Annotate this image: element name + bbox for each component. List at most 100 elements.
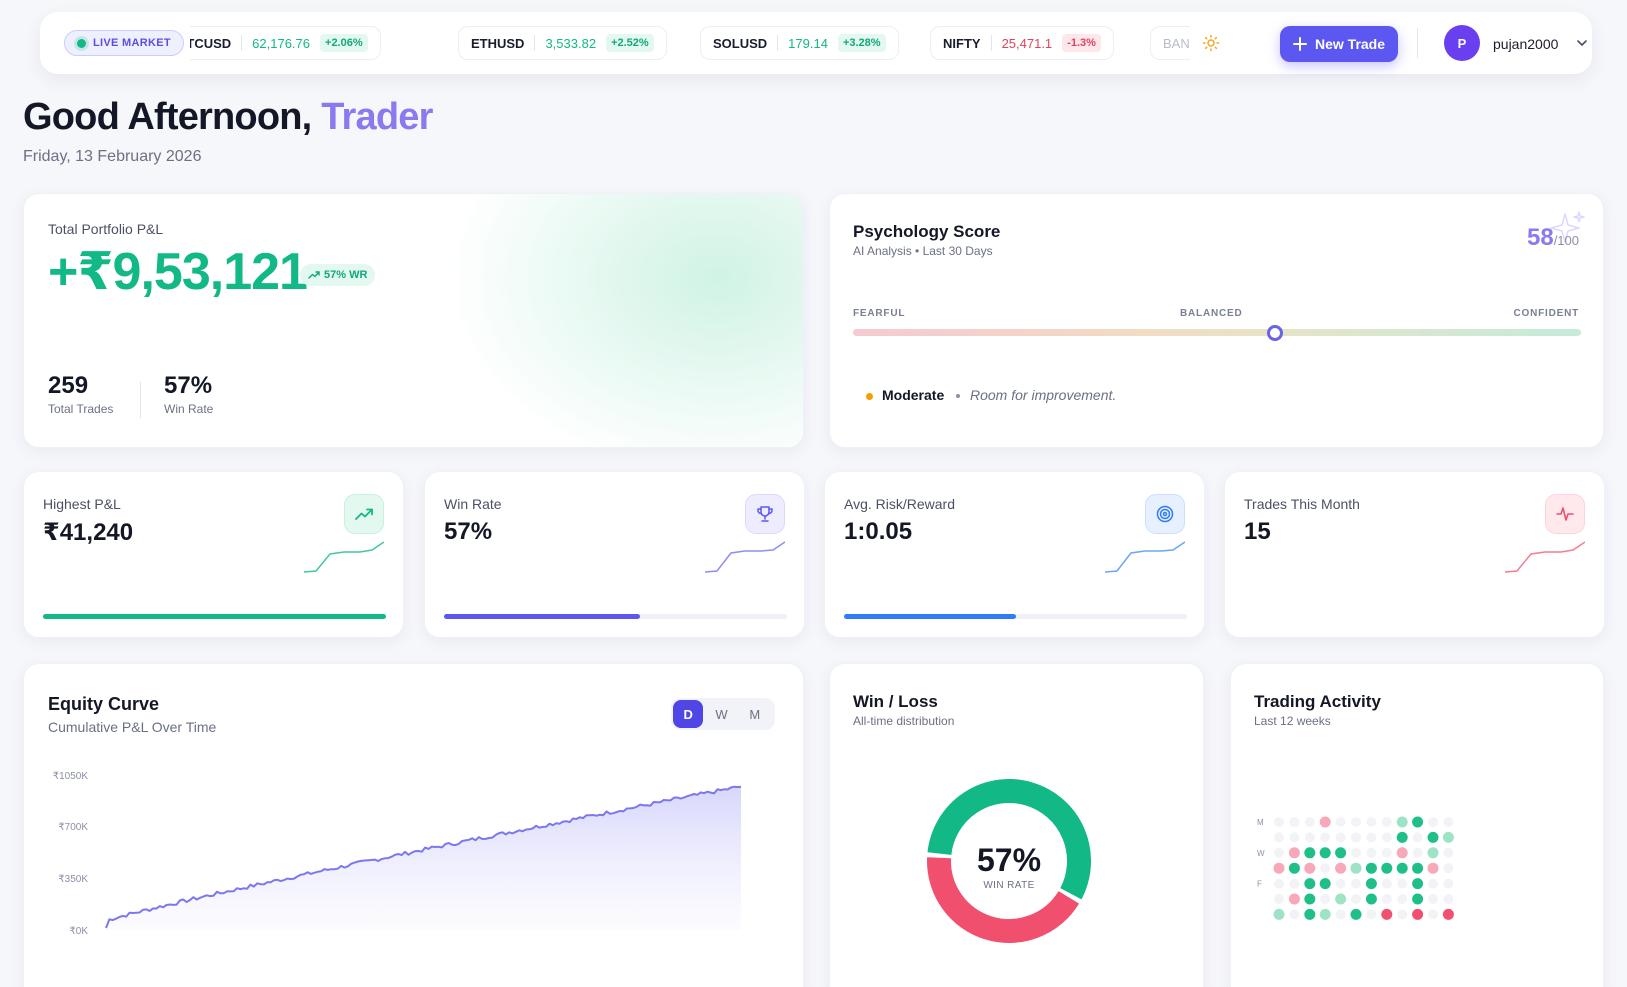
activity-cell[interactable]: [1319, 908, 1331, 920]
activity-cell[interactable]: [1274, 894, 1284, 904]
activity-cell[interactable]: [1428, 894, 1438, 904]
activity-cell[interactable]: [1442, 908, 1454, 920]
ticker-btcusd[interactable]: BTCUSD 62,176.76 +2.06%: [190, 26, 381, 60]
ticker-ethusd[interactable]: ETHUSD 3,533.82 +2.52%: [458, 26, 667, 60]
activity-cell[interactable]: [1366, 847, 1377, 858]
activity-cell[interactable]: [1304, 908, 1316, 920]
activity-cell[interactable]: [1397, 878, 1408, 889]
range-button-week[interactable]: W: [706, 700, 736, 728]
activity-cell[interactable]: [1351, 832, 1361, 843]
activity-cell[interactable]: [1350, 908, 1362, 920]
activity-cell[interactable]: [1351, 894, 1361, 904]
activity-cell[interactable]: [1427, 847, 1439, 859]
activity-cell[interactable]: [1366, 909, 1377, 920]
activity-cell[interactable]: [1381, 862, 1393, 874]
activity-cell[interactable]: [1412, 893, 1424, 905]
ticker-strip[interactable]: BTCUSD 62,176.76 +2.06% ETHUSD 3,533.82 …: [190, 26, 1190, 60]
activity-cell[interactable]: [1319, 847, 1331, 859]
activity-cell[interactable]: [1427, 862, 1439, 874]
avatar[interactable]: P: [1444, 25, 1480, 61]
activity-cell[interactable]: [1381, 878, 1392, 889]
chevron-down-icon[interactable]: [1575, 36, 1589, 50]
activity-cell[interactable]: [1273, 908, 1285, 920]
activity-cell[interactable]: [1273, 862, 1285, 874]
activity-cell[interactable]: [1396, 816, 1408, 828]
activity-cell[interactable]: [1274, 878, 1284, 889]
activity-cell[interactable]: [1412, 862, 1424, 874]
activity-cell[interactable]: [1304, 847, 1316, 859]
activity-cell[interactable]: [1412, 847, 1423, 858]
activity-cell[interactable]: [1397, 894, 1408, 904]
activity-cell[interactable]: [1335, 847, 1347, 859]
activity-cell[interactable]: [1428, 909, 1438, 920]
sun-icon[interactable]: [1200, 32, 1222, 54]
activity-cell[interactable]: [1274, 832, 1284, 843]
activity-cell[interactable]: [1289, 817, 1300, 827]
activity-cell[interactable]: [1319, 816, 1331, 828]
activity-cell[interactable]: [1396, 862, 1408, 874]
activity-cell[interactable]: [1381, 817, 1392, 827]
activity-cell[interactable]: [1319, 878, 1331, 890]
activity-cell[interactable]: [1443, 817, 1454, 827]
activity-cell[interactable]: [1289, 832, 1300, 843]
activity-cell[interactable]: [1320, 894, 1331, 904]
activity-cell[interactable]: [1381, 832, 1392, 843]
activity-cell[interactable]: [1350, 862, 1362, 874]
activity-cell[interactable]: [1397, 909, 1408, 920]
activity-cell[interactable]: [1427, 831, 1439, 843]
activity-cell[interactable]: [1351, 847, 1361, 858]
ticker-nifty[interactable]: NIFTY 25,471.1 -1.3%: [930, 26, 1114, 60]
activity-cell[interactable]: [1365, 893, 1377, 905]
stat-progress-bar: [43, 614, 386, 619]
activity-cell[interactable]: [1304, 862, 1316, 874]
activity-cell[interactable]: [1366, 832, 1377, 843]
activity-cell[interactable]: [1335, 893, 1347, 905]
activity-cell[interactable]: [1412, 832, 1423, 843]
activity-cell[interactable]: [1288, 893, 1300, 905]
activity-cell[interactable]: [1274, 817, 1284, 827]
activity-cell[interactable]: [1443, 863, 1454, 874]
activity-cell[interactable]: [1443, 894, 1454, 904]
activity-cell[interactable]: [1288, 847, 1300, 859]
activity-cell[interactable]: [1274, 847, 1284, 858]
activity-cell[interactable]: [1351, 817, 1361, 827]
activity-cell[interactable]: [1366, 817, 1377, 827]
activity-cell[interactable]: [1289, 909, 1300, 920]
range-button-day[interactable]: D: [673, 700, 704, 728]
activity-cell[interactable]: [1320, 863, 1331, 874]
range-button-month[interactable]: M: [740, 700, 770, 728]
activity-cell[interactable]: [1381, 894, 1392, 904]
activity-cell[interactable]: [1304, 878, 1316, 890]
activity-cell[interactable]: [1442, 831, 1454, 843]
activity-cell[interactable]: [1320, 832, 1331, 843]
activity-cell[interactable]: [1304, 832, 1315, 843]
ticker-bank[interactable]: BANK: [1150, 26, 1190, 60]
activity-cell[interactable]: [1443, 847, 1454, 858]
activity-cell[interactable]: [1365, 862, 1377, 874]
activity-cell[interactable]: [1335, 909, 1346, 920]
activity-cell[interactable]: [1335, 878, 1346, 889]
activity-cell[interactable]: [1304, 893, 1316, 905]
activity-cell[interactable]: [1335, 862, 1347, 874]
username[interactable]: pujan2000: [1493, 36, 1558, 52]
activity-cell[interactable]: [1289, 878, 1300, 889]
activity-cell[interactable]: [1381, 847, 1392, 858]
ticker-solusd[interactable]: SOLUSD 179.14 +3.28%: [700, 26, 899, 60]
activity-cell[interactable]: [1365, 878, 1377, 890]
activity-cell[interactable]: [1381, 908, 1393, 920]
activity-cell[interactable]: [1288, 862, 1300, 874]
activity-cell[interactable]: [1335, 817, 1346, 827]
activity-cell[interactable]: [1335, 832, 1346, 843]
activity-cell[interactable]: [1412, 878, 1424, 890]
activity-cell[interactable]: [1396, 847, 1408, 859]
activity-cell[interactable]: [1412, 816, 1424, 828]
activity-cell[interactable]: [1443, 878, 1454, 889]
activity-cell[interactable]: [1396, 831, 1408, 843]
activity-cell[interactable]: [1351, 878, 1361, 889]
activity-cell[interactable]: [1428, 878, 1438, 889]
activity-cell[interactable]: [1304, 817, 1315, 827]
new-trade-button[interactable]: New Trade: [1280, 26, 1398, 62]
activity-cell[interactable]: [1412, 908, 1424, 920]
trophy-icon: [745, 494, 785, 534]
activity-cell[interactable]: [1428, 817, 1438, 827]
